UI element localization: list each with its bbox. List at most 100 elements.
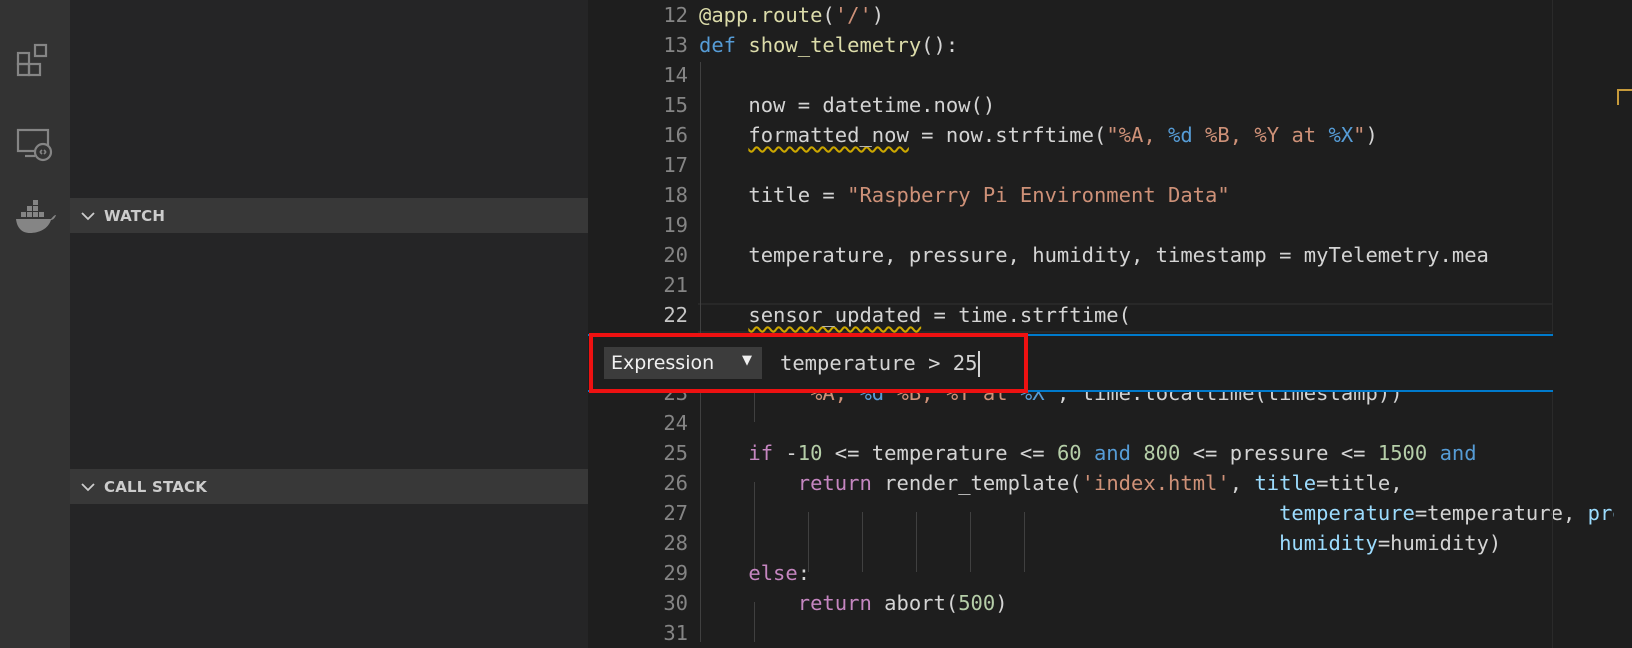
code-token: 800	[1143, 441, 1181, 465]
code-line[interactable]: 28 humidity=humidity)	[588, 528, 1553, 558]
code-line[interactable]: 19	[588, 210, 1553, 240]
code-token: @app.route	[699, 3, 823, 27]
code-text: return abort(500)	[699, 588, 1008, 618]
line-number[interactable]: 26	[588, 468, 688, 498]
code-token: else	[748, 561, 798, 585]
code-line[interactable]: 26 return render_template('index.html', …	[588, 468, 1553, 498]
code-token: title =	[699, 183, 848, 207]
code-text: temperature, pressure, humidity, timesta…	[699, 240, 1489, 270]
code-line[interactable]: 27 temperature=temperature, pressure	[588, 498, 1632, 528]
line-number[interactable]: 16	[588, 120, 688, 150]
code-token: = time.strftime(	[921, 303, 1132, 327]
line-number[interactable]: 30	[588, 588, 688, 618]
remote-explorer-icon[interactable]	[0, 116, 70, 172]
code-token: ():	[921, 33, 959, 57]
line-number[interactable]: 22	[588, 300, 688, 330]
line-number[interactable]: 20	[588, 240, 688, 270]
code-text: if -10 <= temperature <= 60 and 800 <= p…	[699, 438, 1476, 468]
activity-bar	[0, 0, 70, 648]
line-number[interactable]: 15	[588, 90, 688, 120]
code-line[interactable]: 31	[588, 618, 1553, 648]
line-number[interactable]: 25	[588, 438, 688, 468]
line-number[interactable]: 14	[588, 60, 688, 90]
docker-icon[interactable]	[0, 190, 70, 246]
code-token: )	[871, 3, 885, 27]
code-token: sensor_updated	[748, 303, 922, 327]
watch-section-header[interactable]: WATCH	[70, 198, 588, 233]
code-text: else:	[699, 558, 810, 588]
code-token: temperature	[1279, 501, 1415, 525]
line-number[interactable]: 29	[588, 558, 688, 588]
code-token: "Raspberry Pi Environment Data"	[847, 183, 1230, 207]
chevron-down-icon	[80, 479, 96, 495]
code-line[interactable]: 13 def show_telemetry():	[588, 30, 1553, 60]
code-token: -	[773, 441, 798, 465]
line-number[interactable]: 24	[588, 408, 688, 438]
line-number[interactable]: 18	[588, 180, 688, 210]
line-number[interactable]: 19	[588, 210, 688, 240]
code-token: abort(	[871, 591, 959, 615]
code-line[interactable]: 17	[588, 150, 1553, 180]
watch-section-title: WATCH	[104, 206, 166, 225]
line-number[interactable]: 31	[588, 618, 688, 648]
code-line[interactable]: 20 temperature, pressure, humidity, time…	[588, 240, 1553, 270]
code-line[interactable]: 25 if -10 <= temperature <= 60 and 800 <…	[588, 438, 1553, 468]
code-token: and	[1093, 441, 1131, 465]
line-number[interactable]: 13	[588, 30, 688, 60]
line-number[interactable]: 17	[588, 150, 688, 180]
code-token: show_telemetry	[748, 33, 922, 57]
annotation-highlight-box	[589, 333, 1028, 393]
line-number[interactable]: 27	[588, 498, 688, 528]
code-token: (	[822, 3, 835, 27]
code-text: humidity=humidity)	[699, 528, 1501, 558]
code-line[interactable]: 30 return abort(500)	[588, 588, 1553, 618]
code-text: now = datetime.now()	[699, 90, 995, 120]
code-token: )	[995, 591, 1008, 615]
code-token: "%A,	[1106, 123, 1169, 147]
code-text: title = "Raspberry Pi Environment Data"	[699, 180, 1230, 210]
code-text: def show_telemetry():	[699, 30, 958, 60]
code-editor[interactable]: 12 @app.route('/') 13 def show_telemetry():…	[588, 0, 1632, 648]
code-token: ,	[1229, 471, 1255, 495]
code-token: <= pressure <=	[1180, 441, 1378, 465]
code-line[interactable]: 16 formatted_now = now.strftime("%A, %d …	[588, 120, 1553, 150]
code-line[interactable]: 18 title = "Raspberry Pi Environment Dat…	[588, 180, 1553, 210]
code-token: %X	[1328, 123, 1354, 147]
line-number[interactable]: 28	[588, 528, 688, 558]
code-token: =title,	[1316, 471, 1403, 495]
scrollbar-marker	[1617, 91, 1619, 105]
extensions-icon[interactable]	[0, 34, 70, 90]
code-line[interactable]: 24	[588, 408, 1553, 438]
line-number[interactable]: 21	[588, 270, 688, 300]
code-token: render_template(	[871, 471, 1082, 495]
chevron-down-icon	[80, 208, 96, 224]
code-token: return	[797, 471, 872, 495]
code-token: return	[797, 591, 872, 615]
code-line[interactable]: 14	[588, 60, 1553, 90]
code-line[interactable]: 22 sensor_updated = time.strftime(	[588, 300, 1553, 330]
call-stack-section-header[interactable]: CALL STACK	[70, 469, 588, 504]
code-token: :	[797, 561, 811, 585]
code-line[interactable]: 29 else:	[588, 558, 1553, 588]
code-token: =humidity)	[1377, 531, 1502, 555]
code-token: %B, %Y at	[1192, 123, 1329, 147]
code-line[interactable]: 12 @app.route('/')	[588, 0, 1553, 30]
code-line[interactable]: 15 now = datetime.now()	[588, 90, 1553, 120]
code-token: title	[1254, 471, 1317, 495]
code-text: formatted_now = now.strftime("%A, %d %B,…	[699, 120, 1377, 150]
code-line[interactable]: 21	[588, 270, 1553, 300]
code-token: formatted_now	[748, 123, 909, 147]
code-token: <= temperature <=	[822, 441, 1057, 465]
code-text: @app.route('/')	[699, 0, 884, 30]
line-number[interactable]: 12	[588, 0, 688, 30]
